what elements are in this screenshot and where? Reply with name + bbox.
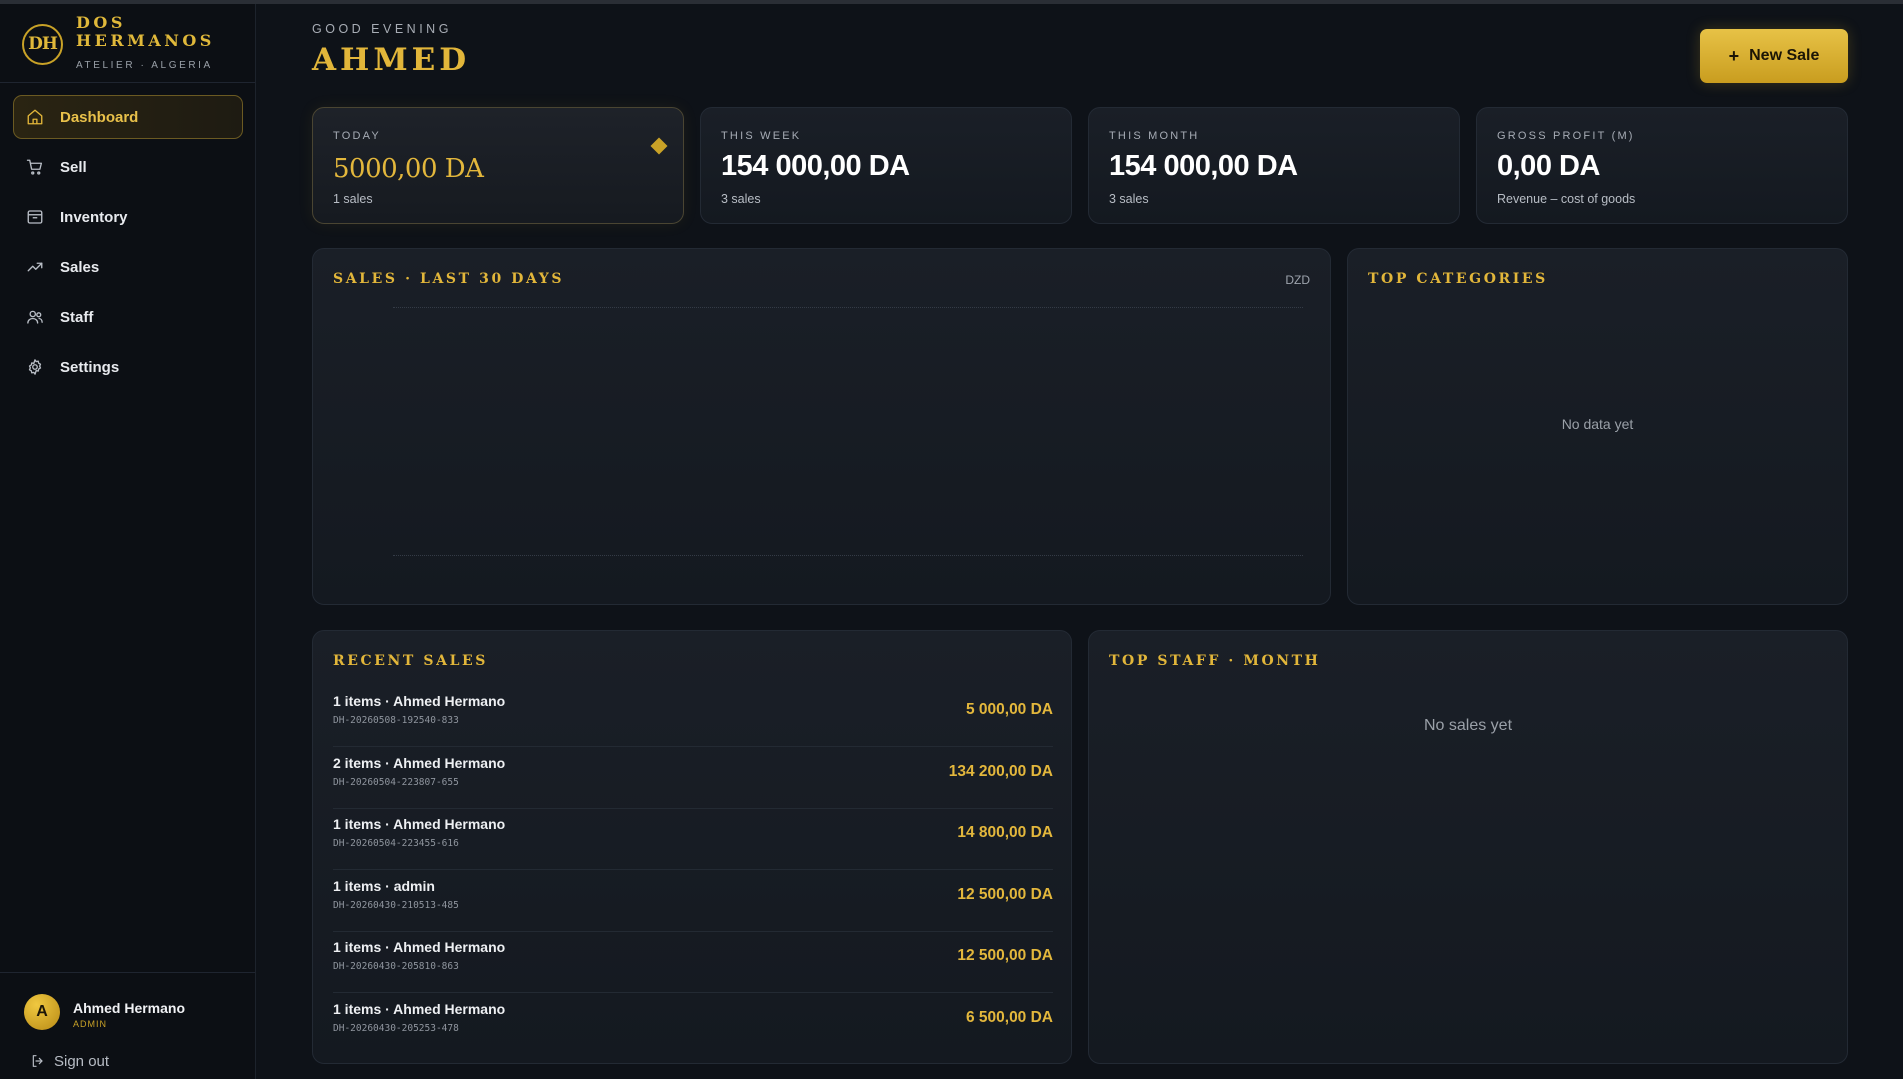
sale-amount: 134 200,00 DA (948, 763, 1053, 780)
trending-up-icon (26, 258, 44, 276)
currency-unit: DZD (1285, 273, 1310, 287)
sale-amount: 14 800,00 DA (957, 824, 1053, 841)
sign-out-label: Sign out (54, 1052, 110, 1070)
user-role: ADMIN (73, 1019, 107, 1029)
panel-title: SALES · LAST 30 DAYS (333, 271, 565, 287)
divider (0, 82, 255, 83)
sidebar-nav: Dashboard Sell Inventory Sales Staff Set… (13, 95, 243, 395)
stat-sub: 1 sales (333, 192, 373, 206)
sale-title: 1 items · Ahmed Hermano (333, 939, 506, 955)
list-item[interactable]: 1 items · Ahmed Hermano DH-20260430-2058… (333, 931, 1053, 993)
new-sale-label: New Sale (1749, 47, 1820, 64)
sidebar-item-settings[interactable]: Settings (13, 345, 243, 389)
panel-title: TOP CATEGORIES (1368, 271, 1548, 287)
brand[interactable]: DH DOS HERMANOS ATELIER · ALGERIA (22, 14, 252, 76)
new-sale-button[interactable]: + New Sale (1700, 29, 1848, 83)
panel-title: TOP STAFF · MONTH (1109, 653, 1321, 669)
sale-id: DH-20260504-223455-616 (333, 838, 459, 849)
sidebar-item-label: Sales (60, 258, 100, 276)
list-item[interactable]: 1 items · Ahmed Hermano DH-20260508-1925… (333, 685, 1053, 747)
sale-id: DH-20260430-210513-485 (333, 900, 459, 911)
sidebar-item-label: Inventory (60, 208, 128, 226)
sale-title: 2 items · Ahmed Hermano (333, 755, 506, 771)
window-top-border (0, 0, 1903, 4)
list-item[interactable]: 2 items · Ahmed Hermano DH-20260504-2238… (333, 747, 1053, 809)
sidebar-item-label: Staff (60, 308, 94, 326)
home-icon (26, 108, 44, 126)
gear-icon (26, 358, 44, 376)
stat-card-month: THIS MONTH 154 000,00 DA 3 sales (1088, 107, 1460, 224)
sale-id: DH-20260430-205810-863 (333, 961, 459, 972)
top-staff-panel: TOP STAFF · MONTH No sales yet (1088, 630, 1848, 1064)
stat-sub: 3 sales (721, 192, 761, 206)
recent-sales-panel: RECENT SALES 1 items · Ahmed Hermano DH-… (312, 630, 1072, 1064)
avatar: A (24, 994, 60, 1030)
brand-name: DOS HERMANOS (76, 13, 215, 50)
stat-value: 154 000,00 DA (721, 150, 910, 182)
plus-icon: + (1728, 45, 1740, 66)
list-item[interactable]: 1 items · admin DH-20260430-210513-485 1… (333, 870, 1053, 932)
sale-id: DH-20260508-192540-833 (333, 715, 459, 726)
empty-state: No sales yet (1423, 717, 1513, 734)
sale-amount: 6 500,00 DA (965, 1009, 1053, 1026)
sidebar-item-staff[interactable]: Staff (13, 295, 243, 339)
sidebar-item-label: Dashboard (60, 108, 139, 126)
divider (0, 972, 255, 973)
stat-sub: 3 sales (1109, 192, 1149, 206)
stat-label: THIS MONTH (1109, 130, 1200, 142)
stat-sub: Revenue – cost of goods (1497, 192, 1636, 206)
sidebar-item-sales[interactable]: Sales (13, 245, 243, 289)
sidebar-item-sell[interactable]: Sell (13, 145, 243, 189)
box-icon (26, 208, 44, 226)
diamond-icon (650, 137, 668, 155)
sale-title: 1 items · admin (333, 878, 435, 894)
top-categories-panel: TOP CATEGORIES No data yet (1347, 248, 1848, 605)
list-item[interactable]: 1 items · Ahmed Hermano DH-20260504-2234… (333, 808, 1053, 870)
sale-amount: 5 000,00 DA (965, 701, 1053, 718)
sign-out-button[interactable]: Sign out (30, 1050, 109, 1072)
sign-out-icon (32, 1055, 43, 1067)
sale-id: DH-20260504-223807-655 (333, 777, 459, 788)
sidebar: DH DOS HERMANOS ATELIER · ALGERIA Dashbo… (0, 4, 256, 1079)
brand-logo: DH (22, 24, 63, 65)
stat-card-today: TODAY 5000,00 DA 1 sales (312, 107, 684, 224)
stat-value: 154 000,00 DA (1109, 150, 1298, 182)
stat-value: 0,00 DA (1497, 150, 1600, 182)
panel-title: RECENT SALES (333, 653, 489, 669)
users-icon (26, 308, 44, 326)
sale-amount: 12 500,00 DA (957, 886, 1053, 903)
chart-gridline (393, 307, 1303, 308)
stat-label: TODAY (333, 130, 381, 142)
page-title: AHMED (312, 42, 471, 78)
stat-label: THIS WEEK (721, 130, 802, 142)
sale-title: 1 items · Ahmed Hermano (333, 816, 506, 832)
sidebar-item-label: Sell (60, 158, 87, 176)
stat-label: GROSS PROFIT (M) (1497, 130, 1635, 142)
user-profile[interactable]: A Ahmed Hermano ADMIN (24, 994, 244, 1034)
sale-title: 1 items · Ahmed Hermano (333, 1001, 506, 1017)
stat-value: 5000,00 DA (333, 154, 484, 184)
stat-card-gross-profit: GROSS PROFIT (M) 0,00 DA Revenue – cost … (1476, 107, 1848, 224)
sale-amount: 12 500,00 DA (957, 947, 1053, 964)
greeting: GOOD EVENING (312, 22, 452, 36)
sidebar-item-inventory[interactable]: Inventory (13, 195, 243, 239)
sidebar-item-label: Settings (60, 358, 120, 376)
empty-state: No data yet (1561, 416, 1634, 432)
sale-id: DH-20260430-205253-478 (333, 1023, 459, 1034)
sale-title: 1 items · Ahmed Hermano (333, 693, 506, 709)
stat-card-week: THIS WEEK 154 000,00 DA 3 sales (700, 107, 1072, 224)
sales-chart-panel: SALES · LAST 30 DAYS DZD (312, 248, 1331, 605)
cart-icon (26, 158, 44, 176)
brand-subtitle: ATELIER · ALGERIA (76, 60, 213, 71)
sidebar-item-dashboard[interactable]: Dashboard (13, 95, 243, 139)
list-item[interactable]: 1 items · Ahmed Hermano DH-20260430-2052… (333, 993, 1053, 1055)
chart-baseline (393, 555, 1303, 556)
user-name: Ahmed Hermano (73, 1000, 186, 1016)
